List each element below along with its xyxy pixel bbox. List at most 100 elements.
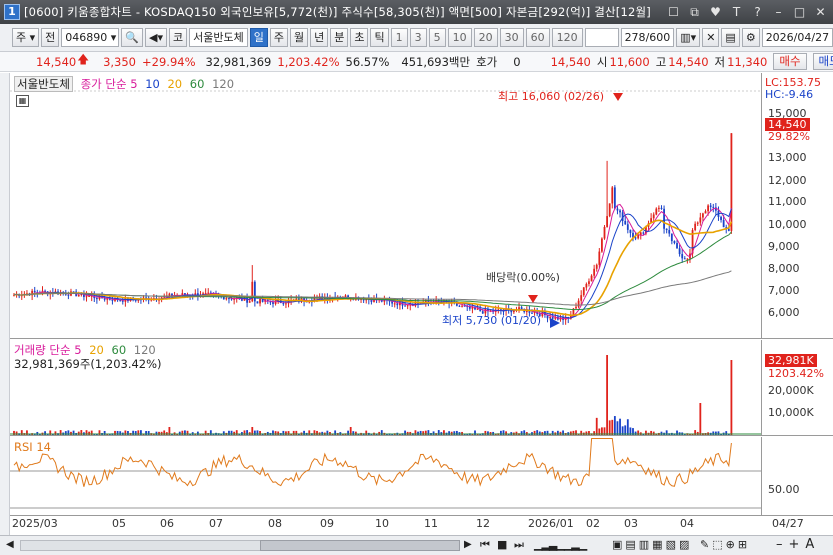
- period-minute-tab[interactable]: 분: [330, 28, 349, 47]
- code-mode-button[interactable]: 코: [168, 28, 188, 47]
- x-label: 08: [268, 517, 282, 530]
- drawing-tools-icons[interactable]: ✎⬚⊕⊞: [700, 538, 750, 551]
- sell-button[interactable]: 매도: [812, 53, 833, 70]
- period-day-tab[interactable]: 일: [249, 28, 268, 47]
- stock-code-input[interactable]: 046890 ▾: [61, 28, 120, 47]
- scroll-right-icon[interactable]: ▶: [464, 539, 472, 550]
- interval-120[interactable]: 120: [551, 28, 583, 47]
- period-month-tab[interactable]: 월: [289, 28, 309, 47]
- high-marker: [613, 93, 623, 101]
- volume-bar: [608, 420, 611, 435]
- period-year-tab[interactable]: 년: [310, 28, 329, 47]
- interval-20[interactable]: 20: [473, 28, 498, 47]
- open-price: 11,600: [609, 54, 650, 69]
- x-label: 03: [624, 517, 638, 530]
- ma20-label: 20: [167, 77, 183, 91]
- volume-bar: [730, 360, 733, 435]
- minimize-button[interactable]: –: [770, 4, 787, 20]
- volume-bar: [619, 418, 621, 435]
- left-ruler: [0, 73, 10, 535]
- candle-body: [225, 298, 228, 300]
- candle-body: [406, 305, 409, 307]
- candle-body: [663, 208, 665, 229]
- vol-ma120-label: 120: [133, 343, 156, 357]
- volume-y-tick: 20,000K: [768, 384, 814, 397]
- tools-icon[interactable]: ✕: [702, 28, 720, 47]
- ma5-line: [13, 203, 732, 320]
- candle-body: [261, 298, 264, 302]
- favorite-icon[interactable]: ♥: [707, 4, 724, 20]
- interval-1[interactable]: 1: [390, 28, 408, 47]
- volume-bar: [266, 431, 269, 435]
- grid-icon[interactable]: ▦: [16, 95, 29, 107]
- candle-body: [626, 224, 629, 230]
- volume-value: 32,981,369: [205, 54, 272, 69]
- candle-body: [681, 254, 684, 259]
- candle-body: [580, 295, 583, 301]
- buy-button[interactable]: 매수: [773, 53, 807, 70]
- volume-legend-prefix: 거래량 단순: [14, 343, 71, 357]
- volume-bar: [409, 431, 412, 435]
- link-window-icon[interactable]: ☐: [665, 4, 682, 20]
- chart-tools-icons[interactable]: ▣▤▥▦▧▨: [612, 538, 692, 551]
- all-button[interactable]: 전: [41, 28, 60, 47]
- font-icon[interactable]: T: [728, 4, 745, 20]
- help-icon[interactable]: ?: [749, 4, 766, 20]
- candle-body: [720, 216, 722, 220]
- volume-current: 32,981,369주(1,203.42%): [14, 357, 162, 371]
- maximize-button[interactable]: □: [791, 4, 808, 20]
- rsi-scale: [761, 437, 833, 515]
- rsi-chart-canvas[interactable]: [10, 437, 761, 515]
- scroll-left-icon[interactable]: ◀: [6, 539, 14, 550]
- candle-body: [678, 248, 681, 255]
- volume-bar: [461, 431, 463, 435]
- interval-10[interactable]: 10: [447, 28, 472, 47]
- scroll-end-icon[interactable]: ⏭: [514, 538, 524, 552]
- volume-y-tick: 10,000K: [768, 406, 814, 419]
- data-count-field[interactable]: 278/600: [620, 28, 675, 47]
- save-icon[interactable]: ▤: [721, 28, 740, 47]
- scroll-start-icon[interactable]: ⏮: [480, 538, 490, 552]
- candle-body: [657, 207, 660, 209]
- y-tick: 7,000: [768, 284, 800, 297]
- date-field[interactable]: 2026/04/27: [761, 28, 833, 47]
- interval-3[interactable]: 3: [409, 28, 427, 47]
- candle-body: [603, 226, 606, 239]
- interval-5[interactable]: 5: [428, 28, 446, 47]
- scroll-thumb[interactable]: [260, 540, 460, 551]
- x-axis: 2025/03 05 06 07 08 09 10 11 12 2026/01 …: [10, 515, 833, 532]
- period-tick-tab[interactable]: 틱: [370, 28, 389, 47]
- candle-type-icon[interactable]: ▥▾: [676, 28, 701, 47]
- candle-body: [606, 216, 608, 227]
- speaker-icon[interactable]: ◀▾: [144, 28, 167, 47]
- stop-icon[interactable]: ■: [497, 538, 507, 551]
- vol-ma60-label: 60: [111, 343, 127, 357]
- price-chart-canvas[interactable]: [10, 73, 761, 339]
- candle-body: [67, 294, 70, 296]
- copy-window-icon[interactable]: ⧉: [686, 4, 703, 20]
- ma20-line: [13, 219, 733, 317]
- x-label: 02: [586, 517, 600, 530]
- interval-30[interactable]: 30: [499, 28, 524, 47]
- volume-last-tag: 32,981K: [765, 354, 817, 367]
- volume-bar: [616, 421, 619, 435]
- period-week-tab[interactable]: 주: [269, 28, 288, 47]
- market-dropdown[interactable]: 주 ▾: [12, 28, 40, 47]
- search-icon[interactable]: 🔍: [121, 28, 143, 47]
- zoom-controls-icon[interactable]: –+A: [776, 537, 820, 552]
- zoom-slider-icon[interactable]: ▁▂▃▁▁▂▁: [534, 538, 587, 551]
- candle-body: [33, 290, 36, 293]
- volume-bar: [233, 431, 236, 435]
- interval-60[interactable]: 60: [525, 28, 550, 47]
- price-change: 3,350: [103, 54, 137, 69]
- volume-bar: [378, 431, 381, 435]
- interval-custom-input[interactable]: [584, 28, 619, 47]
- candle-body: [77, 294, 80, 297]
- volume-bar: [406, 431, 409, 435]
- chart-scrollbar[interactable]: ◀ ▶ ⏮ ■ ⏭ ▁▂▃▁▁▂▁ ▣▤▥▦▧▨ ✎⬚⊕⊞ –+A: [0, 535, 833, 555]
- candle-body: [608, 203, 611, 217]
- x-label: 11: [424, 517, 438, 530]
- settings-icon[interactable]: ⚙: [741, 28, 760, 47]
- close-button[interactable]: ✕: [812, 4, 829, 20]
- period-second-tab[interactable]: 초: [350, 28, 369, 47]
